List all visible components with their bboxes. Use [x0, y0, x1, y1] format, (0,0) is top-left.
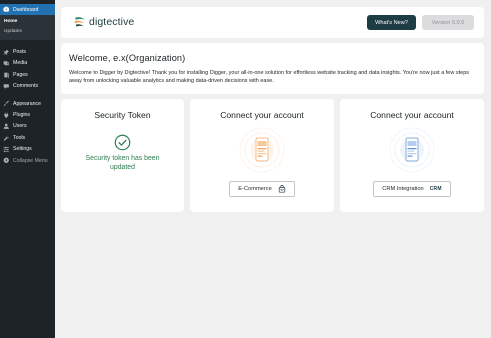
- sidebar-item-appearance[interactable]: Appearance: [0, 98, 55, 109]
- welcome-panel: Welcome, e.x(Organization) Welcome to Di…: [61, 43, 484, 94]
- check-circle-icon: [114, 134, 131, 151]
- ecommerce-phone-illustration: [237, 127, 287, 173]
- sidebar-item-dashboard[interactable]: Dashboard: [0, 4, 55, 16]
- settings-icon: [3, 146, 10, 153]
- comment-icon: [3, 83, 10, 90]
- sidebar-item-settings[interactable]: Settings: [0, 144, 55, 155]
- sidebar-item-users[interactable]: Users: [0, 121, 55, 132]
- crm-connect-card: Connect your account CRM Integration CRM: [340, 99, 484, 212]
- sidebar-item-label: Users: [13, 123, 27, 130]
- sidebar-item-label: Dashboard: [13, 6, 39, 13]
- wrench-icon: [3, 134, 10, 141]
- user-icon: [3, 123, 10, 130]
- submenu-item-home[interactable]: Home: [0, 17, 55, 27]
- digtective-logo: digtective: [73, 15, 134, 29]
- shopping-bag-icon: [278, 185, 286, 193]
- sidebar-item-plugins[interactable]: Plugins: [0, 109, 55, 120]
- sidebar-item-label: Collapse Menu: [13, 157, 48, 164]
- ecommerce-button-label: E-Commerce: [238, 186, 272, 192]
- brush-icon: [3, 100, 10, 107]
- version-badge: Version 0.0.0: [422, 15, 474, 30]
- crm-connect-title: Connect your account: [370, 110, 454, 120]
- sidebar-item-label: Settings: [13, 146, 32, 153]
- security-token-status: Security token has been updated: [85, 155, 160, 171]
- sidebar-item-pages[interactable]: Pages: [0, 69, 55, 80]
- crm-logo-icon: CRM: [429, 186, 442, 192]
- sidebar-item-label: Plugins: [13, 112, 31, 119]
- sidebar-item-label: Posts: [13, 49, 26, 56]
- digtective-logo-icon: [74, 17, 85, 27]
- sidebar-item-label: Appearance: [13, 100, 41, 107]
- sidebar-item-label: Tools: [13, 134, 26, 141]
- sidebar-item-label: Media: [13, 60, 28, 67]
- ecommerce-button[interactable]: E-Commerce: [229, 181, 295, 197]
- sidebar-menu-content: Posts Media Pages Comments: [0, 46, 55, 92]
- sidebar-menu-admin: Appearance Plugins Users Tools Settings …: [0, 98, 55, 166]
- welcome-title: Welcome, e.x(Organization): [69, 53, 186, 63]
- collapse-menu-button[interactable]: Collapse Menu: [0, 155, 55, 166]
- whats-new-button[interactable]: What's New?: [367, 15, 416, 30]
- plugin-icon: [3, 112, 10, 119]
- dashboard-submenu: Home Updates: [0, 15, 55, 41]
- pages-icon: [3, 71, 10, 79]
- sidebar-item-posts[interactable]: Posts: [0, 46, 55, 57]
- media-icon: [3, 60, 10, 67]
- ecommerce-connect-title: Connect your account: [220, 110, 304, 120]
- crm-phone-illustration: [387, 127, 437, 173]
- ecommerce-connect-card: Connect your account E-Commerce: [190, 99, 334, 212]
- brand-name: digtective: [89, 16, 135, 28]
- security-token-card: Security Token Security token has been u…: [61, 99, 184, 212]
- sidebar-item-tools[interactable]: Tools: [0, 132, 55, 143]
- submenu-item-updates[interactable]: Updates: [0, 27, 55, 37]
- sidebar-item-label: Comments: [13, 83, 39, 90]
- collapse-icon: [3, 157, 10, 164]
- plugin-header: digtective What's New? Version 0.0.0: [61, 7, 484, 38]
- sidebar-item-comments[interactable]: Comments: [0, 81, 55, 92]
- admin-sidebar: Dashboard Home Updates Posts Media Pages…: [0, 0, 55, 338]
- security-token-title: Security Token: [94, 110, 151, 120]
- crm-button-label: CRM Integration: [382, 186, 424, 192]
- welcome-text: Welcome to Digger by Digtective! Thank y…: [69, 70, 470, 84]
- crm-integration-button[interactable]: CRM Integration CRM: [373, 181, 451, 197]
- sidebar-item-media[interactable]: Media: [0, 58, 55, 69]
- sidebar-item-label: Pages: [13, 71, 28, 78]
- pin-icon: [3, 49, 10, 56]
- dashboard-icon: [3, 6, 10, 13]
